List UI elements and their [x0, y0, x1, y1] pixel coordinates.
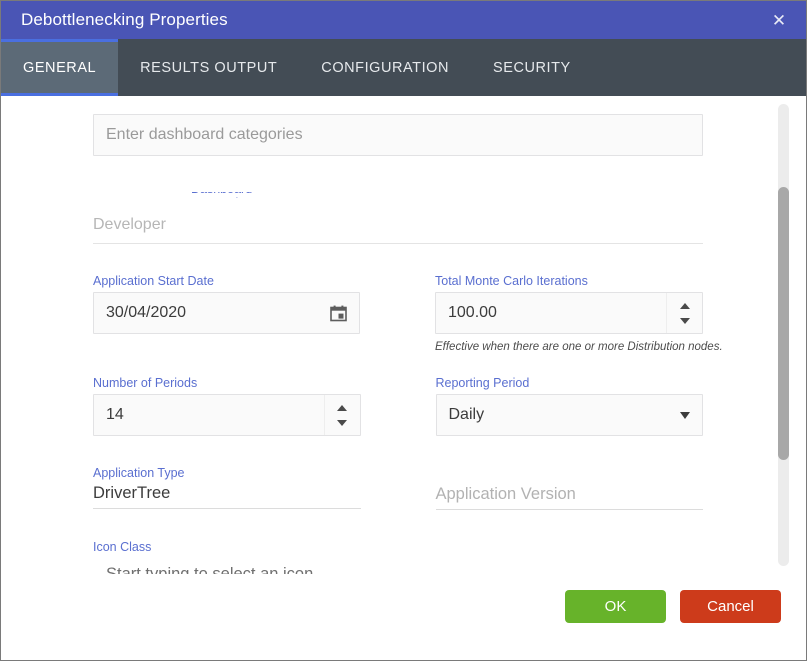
number-of-periods-input[interactable]: 14	[93, 394, 361, 436]
tab-results-output[interactable]: RESULTS OUTPUT	[118, 39, 299, 96]
field-total-monte-carlo-iterations: Total Monte Carlo Iterations 100.00 Effe…	[435, 274, 703, 353]
dialog-footer: OK Cancel	[1, 574, 806, 660]
total-monte-carlo-iterations-value: 100.00	[448, 304, 666, 322]
application-start-date-value: 30/04/2020	[106, 304, 330, 322]
monte-carlo-stepper[interactable]	[666, 293, 702, 333]
properties-dialog: Debottlenecking Properties ✕ GENERAL RES…	[0, 0, 807, 661]
chevron-down-icon[interactable]	[680, 412, 690, 419]
close-icon[interactable]: ✕	[766, 7, 792, 33]
form-row-1: Application Start Date 30/04/2020	[93, 274, 703, 353]
tab-configuration[interactable]: CONFIGURATION	[299, 39, 471, 96]
field-reporting-period: Reporting Period Daily	[436, 376, 704, 436]
number-of-periods-label: Number of Periods	[93, 376, 361, 390]
total-monte-carlo-iterations-hint: Effective when there are one or more Dis…	[435, 341, 703, 353]
tab-security[interactable]: SECURITY	[471, 39, 593, 96]
number-of-periods-stepper[interactable]	[324, 395, 360, 435]
tab-general[interactable]: GENERAL	[1, 39, 118, 96]
application-type-input[interactable]: DriverTree	[93, 484, 361, 509]
application-start-date-input[interactable]: 30/04/2020	[93, 292, 360, 334]
field-application-version: Application Version	[436, 466, 704, 510]
field-icon-class: Icon Class Start typing to select an ico…	[93, 540, 361, 574]
form-row-2: Number of Periods 14 Reporting Period	[93, 376, 703, 436]
dashboard-categories-placeholder: Enter dashboard categories	[106, 126, 690, 144]
stepper-up-icon[interactable]	[337, 405, 347, 411]
ok-button[interactable]: OK	[565, 590, 666, 623]
general-form: Enter dashboard categories Developer App…	[93, 96, 703, 574]
dialog-title: Debottlenecking Properties	[21, 10, 766, 30]
reporting-period-value: Daily	[449, 406, 673, 424]
icon-class-label: Icon Class	[93, 540, 361, 554]
dashboard-categories-input[interactable]: Enter dashboard categories	[93, 114, 703, 156]
dialog-titlebar: Debottlenecking Properties ✕	[1, 1, 806, 39]
stepper-down-icon[interactable]	[337, 420, 347, 426]
application-version-placeholder: Application Version	[436, 485, 704, 504]
section-header-developer: Developer	[93, 216, 703, 244]
vertical-scrollbar[interactable]	[778, 104, 789, 566]
icon-class-input[interactable]: Start typing to select an icon	[93, 565, 361, 574]
cancel-button[interactable]: Cancel	[680, 590, 781, 623]
tab-bar: GENERAL RESULTS OUTPUT CONFIGURATION SEC…	[1, 39, 806, 96]
stepper-down-icon[interactable]	[680, 318, 690, 324]
number-of-periods-value: 14	[106, 406, 324, 424]
scroll-area: Dashboard Categories Enter dashboard cat…	[1, 96, 774, 574]
total-monte-carlo-iterations-label: Total Monte Carlo Iterations	[435, 274, 703, 288]
field-application-type: Application Type DriverTree	[93, 466, 361, 510]
application-start-date-label: Application Start Date	[93, 274, 360, 288]
form-row-3: Application Type DriverTree Application …	[93, 466, 703, 510]
application-type-value: DriverTree	[93, 484, 361, 503]
form-row-4: Icon Class Start typing to select an ico…	[93, 540, 703, 574]
stepper-up-icon[interactable]	[680, 303, 690, 309]
application-version-input[interactable]: Application Version	[436, 485, 704, 510]
scrollbar-thumb[interactable]	[778, 187, 789, 460]
calendar-icon[interactable]	[330, 305, 347, 322]
field-number-of-periods: Number of Periods 14	[93, 376, 361, 436]
application-type-label: Application Type	[93, 466, 361, 480]
reporting-period-label: Reporting Period	[436, 376, 704, 390]
reporting-period-select[interactable]: Daily	[436, 394, 704, 436]
field-application-start-date: Application Start Date 30/04/2020	[93, 274, 360, 353]
total-monte-carlo-iterations-input[interactable]: 100.00	[435, 292, 703, 334]
dialog-body: Dashboard Categories Enter dashboard cat…	[1, 96, 806, 574]
